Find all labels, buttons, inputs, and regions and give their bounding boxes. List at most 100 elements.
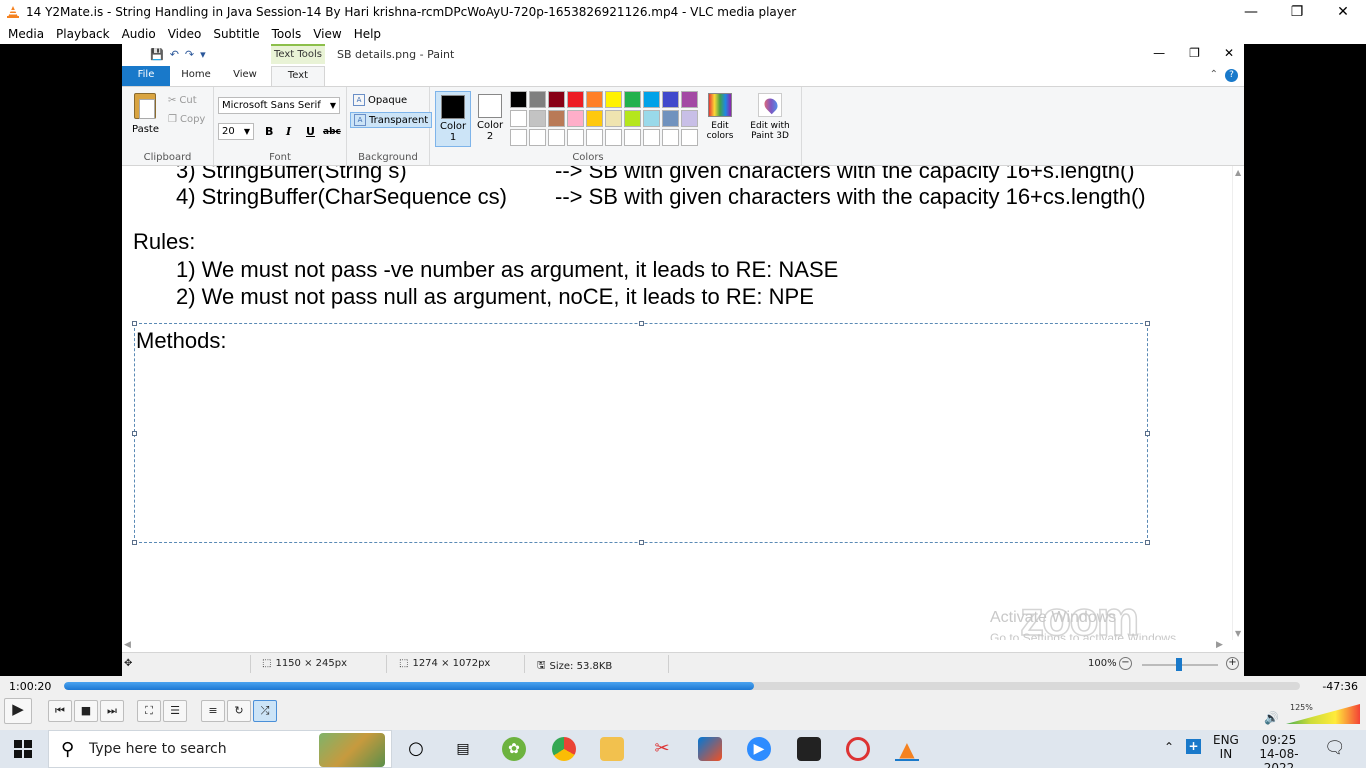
scroll-up-icon[interactable]: ▲ <box>1235 168 1241 177</box>
seek-bar[interactable] <box>64 682 1300 690</box>
file-size: 🖫 Size: 53.8KB <box>537 658 612 675</box>
text-box[interactable]: Methods: <box>132 321 1150 545</box>
sticky-notes-icon[interactable] <box>797 737 821 761</box>
menu-playback[interactable]: Playback <box>56 27 110 41</box>
vlc-taskbar-icon[interactable]: ▲ <box>895 737 919 761</box>
methods-heading[interactable]: Methods: <box>136 328 227 354</box>
start-button[interactable] <box>14 740 32 758</box>
scroll-left-icon[interactable]: ◀ <box>124 640 131 650</box>
canvas-text-line3: 3) StringBuffer(String s) --> SB with giv… <box>176 166 1135 184</box>
resize-handle-b[interactable] <box>639 540 644 545</box>
playlist-button[interactable]: ≡ <box>201 700 225 722</box>
menu-help[interactable]: Help <box>354 27 381 41</box>
screen-recorder-icon[interactable] <box>846 737 870 761</box>
vlc-cone-icon <box>7 6 19 18</box>
transparent-option[interactable]: A Transparent <box>350 112 433 128</box>
play-button[interactable]: ▶ <box>4 698 32 724</box>
tab-view[interactable]: View <box>228 66 262 86</box>
spring-tools-icon[interactable]: ✿ <box>502 737 526 761</box>
line3-rhs: --> SB with given characters with the ca… <box>555 166 1135 183</box>
minimize-button[interactable]: — <box>1228 0 1274 24</box>
notifications-icon[interactable]: 🗨 <box>1324 738 1346 758</box>
next-button[interactable]: ⏭ <box>100 700 124 722</box>
show-hidden-icons[interactable]: ⌃ <box>1164 740 1174 754</box>
menu-media[interactable]: Media <box>8 27 44 41</box>
taskbar-search[interactable]: ⚲ Type here to search <box>48 730 392 768</box>
zoom-app-icon[interactable]: ▶ <box>747 737 771 761</box>
zoom-out-button[interactable]: − <box>1119 657 1132 670</box>
activate-windows-line2: Go to Settings to activate Windows. <box>990 631 1180 640</box>
collapse-ribbon-icon[interactable]: ⌃ <box>1210 69 1218 80</box>
menu-audio[interactable]: Audio <box>122 27 156 41</box>
paint-restore-button[interactable]: ❐ <box>1189 46 1200 60</box>
clock[interactable]: 09:25 14-08-2022 <box>1249 733 1309 768</box>
task-view-icon[interactable]: ▤ <box>451 737 475 761</box>
stop-button[interactable]: ■ <box>74 700 98 722</box>
menu-view[interactable]: View <box>313 27 341 41</box>
menu-tools[interactable]: Tools <box>272 27 302 41</box>
activate-windows-watermark: Activate Windows Go to Settings to activ… <box>990 608 1179 640</box>
microsoft-store-icon[interactable] <box>698 737 722 761</box>
menu-subtitle[interactable]: Subtitle <box>213 27 259 41</box>
underline-button[interactable]: U <box>306 125 315 138</box>
windows-logo-icon <box>14 740 22 748</box>
paint-close-button[interactable]: ✕ <box>1224 46 1234 60</box>
speaker-icon[interactable]: 🔊 <box>1264 711 1279 725</box>
horizontal-scrollbar[interactable]: ◀ ▶ <box>122 640 1232 652</box>
opaque-option[interactable]: A Opaque <box>350 93 410 107</box>
drawing-canvas[interactable]: 3) StringBuffer(String s) --> SB with giv… <box>122 166 1232 640</box>
paste-icon[interactable] <box>134 93 156 119</box>
bold-button[interactable]: B <box>265 125 273 138</box>
resize-handle-bl[interactable] <box>132 540 137 545</box>
copy-button[interactable]: ❐ Copy <box>168 114 205 125</box>
save-icon[interactable]: 💾 <box>150 48 164 61</box>
resize-handle-t[interactable] <box>639 321 644 326</box>
tab-file[interactable]: File <box>122 66 170 86</box>
transparent-label: Transparent <box>369 114 429 126</box>
resize-handle-br[interactable] <box>1145 540 1150 545</box>
fullscreen-button[interactable]: ⛶ <box>137 700 161 722</box>
tray-app-icon[interactable]: + <box>1186 739 1201 754</box>
menu-video[interactable]: Video <box>168 27 202 41</box>
italic-button[interactable]: I <box>286 125 291 138</box>
image-size: ⬚ 1274 × 1072px <box>399 658 490 669</box>
resize-handle-r[interactable] <box>1145 431 1150 436</box>
zoom-in-button[interactable]: + <box>1226 657 1239 670</box>
previous-button[interactable]: ⏮ <box>48 700 72 722</box>
loop-button[interactable]: ↻ <box>227 700 251 722</box>
font-size-select[interactable]: 20 ▼ <box>218 123 254 140</box>
strikethrough-button[interactable]: abc <box>323 127 341 137</box>
time-remaining[interactable]: -47:36 <box>1322 680 1358 693</box>
cut-label: Cut <box>179 95 197 106</box>
vertical-scrollbar[interactable]: ▲ ▼ <box>1232 166 1244 640</box>
redo-icon[interactable]: ↷ <box>185 48 194 61</box>
tab-home[interactable]: Home <box>178 66 214 86</box>
font-family-value: Microsoft Sans Serif <box>222 100 321 111</box>
restore-button[interactable]: ❐ <box>1274 0 1320 24</box>
paint-minimize-button[interactable]: — <box>1153 46 1165 60</box>
close-button[interactable]: ✕ <box>1320 0 1366 24</box>
resize-handle-l[interactable] <box>132 431 137 436</box>
file-explorer-icon[interactable] <box>600 737 624 761</box>
customize-qa-icon[interactable]: ▾ <box>200 48 206 61</box>
extended-settings-button[interactable]: ☰ <box>163 700 187 722</box>
resize-handle-tl[interactable] <box>132 321 137 326</box>
scroll-right-icon[interactable]: ▶ <box>1216 640 1223 650</box>
paste-button[interactable]: Paste <box>132 124 159 135</box>
clock-time: 09:25 <box>1261 733 1297 747</box>
shuffle-button[interactable]: ⤮ <box>253 700 277 722</box>
cut-button[interactable]: ✂ Cut <box>168 95 197 106</box>
tab-text[interactable]: Text <box>271 66 325 86</box>
skip-forward-icon: ⏭ <box>107 704 117 717</box>
zoom-slider-thumb[interactable] <box>1176 658 1182 671</box>
cortana-icon[interactable]: ○ <box>404 737 428 761</box>
help-icon[interactable]: ? <box>1225 69 1238 82</box>
disk-icon: 🖫 <box>537 660 546 671</box>
language-indicator[interactable]: ENG IN <box>1213 733 1239 761</box>
chrome-icon[interactable] <box>552 737 576 761</box>
font-family-select[interactable]: Microsoft Sans Serif ▼ <box>218 97 340 114</box>
snipping-tool-icon[interactable]: ✂ <box>650 737 674 761</box>
scroll-down-icon[interactable]: ▼ <box>1235 629 1241 638</box>
resize-handle-tr[interactable] <box>1145 321 1150 326</box>
undo-icon[interactable]: ↶ <box>170 48 179 61</box>
